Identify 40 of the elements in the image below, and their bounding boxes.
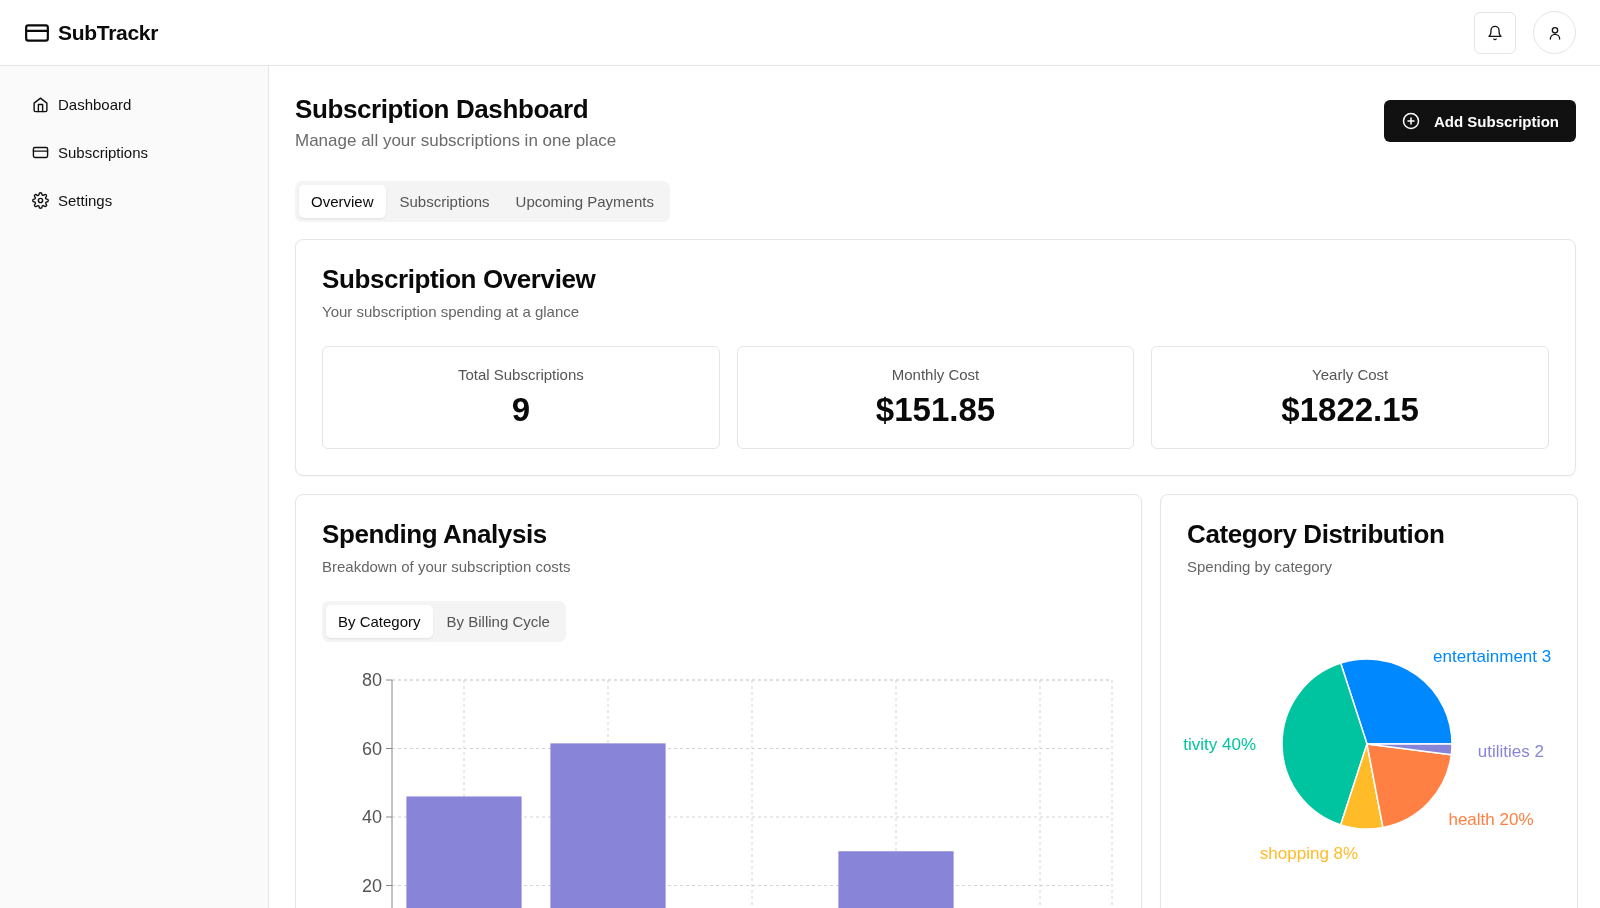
notifications-button[interactable] [1474, 11, 1516, 54]
page-title: Subscription Dashboard [295, 94, 590, 125]
sidebar-item[interactable]: Settings [24, 184, 244, 217]
card-title: Subscription Overview [322, 264, 597, 295]
axis-tick-label: 80 [361, 670, 382, 690]
card-title: Spending Analysis [322, 519, 548, 550]
card-subtitle: Breakdown of your subscription costs [322, 558, 572, 575]
slice-label: health 20% [1448, 809, 1534, 829]
slice-label: utilities 2 [1477, 741, 1544, 761]
bell-icon [1487, 24, 1503, 41]
axis-tick-label: 40 [361, 807, 382, 827]
add-subscription-button[interactable]: Add Subscription [1384, 100, 1576, 142]
profile-button[interactable] [1533, 11, 1576, 54]
settings-icon [32, 192, 49, 209]
stat-label: Monthly Cost [891, 366, 980, 383]
plus-circle-icon [1402, 112, 1420, 130]
stat-label: Yearly Cost [1312, 366, 1389, 383]
tab[interactable]: By Category [326, 605, 433, 638]
tab[interactable]: Upcoming Payments [503, 185, 666, 218]
sidebar-item[interactable]: Dashboard [24, 88, 244, 121]
card-subtitle: Spending by category [1187, 558, 1334, 575]
axis-tick-label: 20 [361, 875, 382, 896]
home-icon [32, 96, 49, 113]
stat-value: 9 [511, 391, 530, 429]
card-subtitle: Your subscription spending at a glance [322, 303, 581, 320]
sidebar-item[interactable]: Subscriptions [24, 136, 244, 169]
tab[interactable]: Overview [299, 185, 386, 218]
card-title: Category Distribution [1187, 519, 1446, 550]
stat-value: $151.85 [875, 391, 996, 429]
stat-label: Total Subscriptions [457, 366, 584, 383]
page-subtitle: Manage all your subscriptions in one place [295, 131, 617, 151]
axis-tick-label: 60 [361, 738, 382, 759]
stat-value: $1822.15 [1281, 391, 1419, 429]
tab[interactable]: By Billing Cycle [434, 605, 562, 638]
card-icon [32, 144, 49, 161]
slice-label: shopping 8% [1259, 843, 1359, 863]
slice-label: entertainment 3 [1433, 646, 1552, 666]
tab[interactable]: Subscriptions [387, 185, 502, 218]
app-name: SubTrackr [58, 20, 158, 45]
slice-label: tivity 40% [1183, 735, 1256, 754]
